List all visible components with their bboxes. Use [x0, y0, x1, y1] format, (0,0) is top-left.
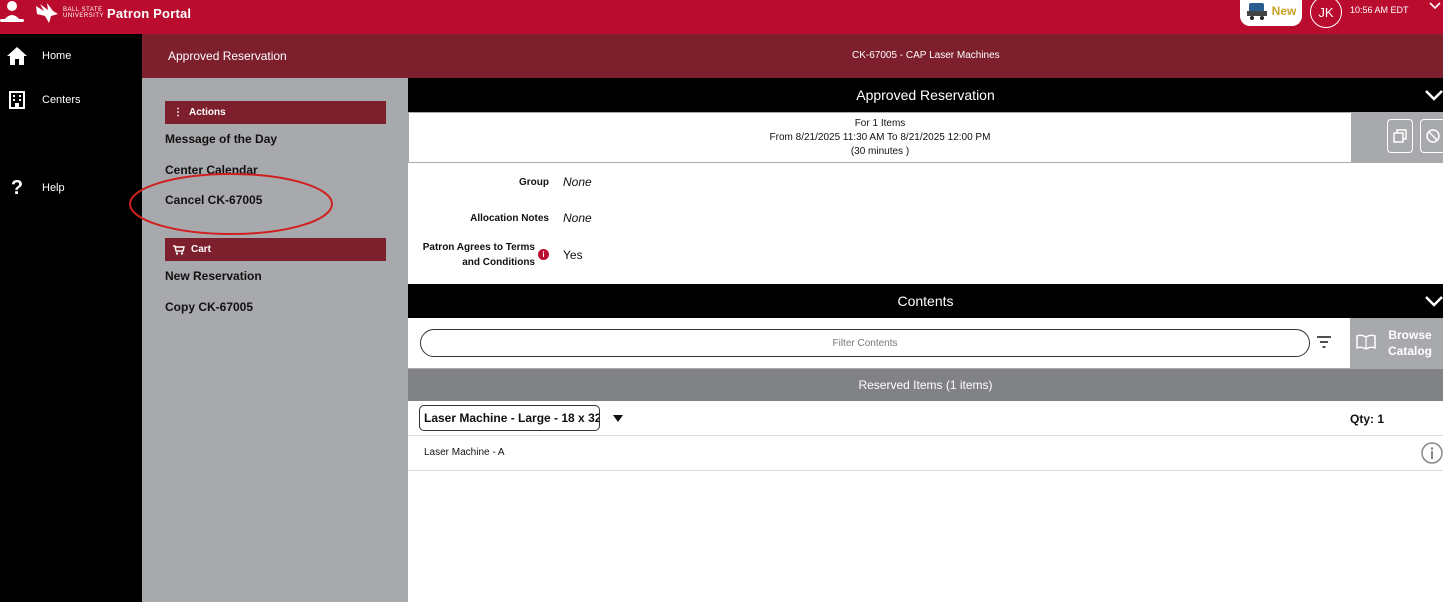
copy-icon: [1393, 129, 1407, 143]
reservation-summary: For 1 Items From 8/21/2025 11:30 AM To 8…: [408, 112, 1443, 163]
copy-reservation-link[interactable]: Copy CK-67005: [165, 300, 253, 314]
nav-item-centers[interactable]: Centers: [0, 85, 142, 115]
time-line: From 8/21/2025 11:30 AM To 8/21/2025 12:…: [769, 132, 991, 143]
allocation-notes-label: Allocation Notes: [470, 213, 549, 224]
building-icon: [6, 89, 28, 111]
chevron-down-icon[interactable]: [1429, 2, 1441, 10]
nav-item-help[interactable]: ? Help: [0, 173, 142, 203]
chevron-down-icon[interactable]: [1425, 294, 1443, 308]
unit-name: Laser Machine - A: [424, 447, 505, 458]
cart-icon: [173, 244, 185, 255]
cart-heading: Cart: [165, 238, 386, 261]
allocation-notes-value: None: [563, 211, 592, 225]
portal-logo[interactable]: BALL STATE UNIVERSITY Patron Portal: [34, 2, 191, 24]
terms-label-line2: and Conditions: [462, 257, 535, 268]
message-of-the-day-link[interactable]: Message of the Day: [165, 132, 277, 146]
page-title: Approved Reservation: [168, 49, 287, 63]
sub-header: Approved Reservation CK-67005 - CAP Lase…: [142, 34, 1443, 78]
user-location-icon[interactable]: [0, 0, 28, 26]
caret-down-icon[interactable]: [613, 415, 623, 422]
terms-info-icon[interactable]: i: [538, 249, 549, 260]
nav-label-home: Home: [42, 50, 72, 62]
top-bar: BALL STATE UNIVERSITY Patron Portal New …: [0, 0, 1443, 34]
portal-title: Patron Portal: [107, 5, 192, 21]
chevron-down-icon[interactable]: [1425, 88, 1443, 102]
cardinal-logo-icon: [36, 3, 58, 23]
actions-heading-label: Actions: [189, 107, 226, 118]
home-icon: [6, 45, 28, 67]
duration-line: (30 minutes ): [850, 146, 910, 157]
actions-panel: ⋮ Actions Message of the Day Center Cale…: [142, 78, 408, 602]
actions-heading: ⋮ Actions: [165, 101, 386, 124]
terms-label-line1: Patron Agrees to Terms: [422, 242, 535, 253]
cart-laser-icon: [1246, 3, 1267, 20]
unit-row: Laser Machine - A: [408, 436, 1443, 471]
ban-icon: [1426, 129, 1440, 143]
reservation-tools: [1351, 113, 1443, 162]
new-label: New: [1271, 4, 1297, 18]
browse-label-2: Catalog: [1387, 344, 1432, 358]
kebab-icon: ⋮: [173, 107, 183, 118]
cancel-button[interactable]: [1420, 119, 1443, 153]
reserved-item-row: Laser Machine - Large - 18 x 32 Qty: 1: [408, 401, 1443, 436]
info-icon[interactable]: [1421, 442, 1443, 464]
approved-reservation-bar[interactable]: Approved Reservation: [408, 78, 1443, 112]
highlight-ellipse: [129, 173, 333, 235]
contents-title: Contents: [897, 293, 954, 309]
avatar[interactable]: JK: [1310, 0, 1342, 28]
filter-row: Browse Catalog: [408, 318, 1443, 369]
nav-item-home[interactable]: Home: [0, 41, 142, 71]
main-content: Approved Reservation For 1 Items From 8/…: [408, 78, 1443, 602]
cart-heading-label: Cart: [191, 244, 212, 255]
question-icon: ?: [10, 176, 24, 199]
terms-label: Patron Agrees to Terms and Conditions: [408, 240, 535, 270]
approved-reservation-title: Approved Reservation: [856, 87, 995, 103]
reservation-title: CK-67005 - CAP Laser Machines: [852, 50, 1000, 61]
reserved-items-header: Reserved Items (1 items): [408, 369, 1443, 401]
items-line: For 1 Items: [854, 118, 906, 129]
group-label: Group: [519, 177, 549, 188]
group-value: None: [563, 175, 592, 189]
filter-contents-input[interactable]: [420, 329, 1310, 357]
terms-value: Yes: [563, 248, 583, 262]
copy-button[interactable]: [1387, 119, 1413, 153]
user-info[interactable]: 10:56 AM EDT: [1350, 0, 1409, 15]
browse-label-1: Browse: [1388, 328, 1432, 342]
new-reservation-link[interactable]: New Reservation: [165, 269, 262, 283]
user-time: 10:56 AM EDT: [1350, 5, 1409, 15]
nav-label-centers: Centers: [42, 94, 81, 106]
contents-bar[interactable]: Contents: [408, 284, 1443, 318]
item-qty: Qty: 1: [1350, 412, 1385, 426]
new-cart-button[interactable]: New: [1240, 0, 1302, 26]
browse-catalog-button[interactable]: Browse Catalog: [1350, 318, 1443, 368]
nav-label-help: Help: [42, 182, 65, 194]
filter-icon[interactable]: [1316, 335, 1332, 349]
left-nav: Home Centers ? Help: [0, 34, 142, 602]
brand-text: BALL STATE UNIVERSITY: [63, 7, 105, 19]
item-select[interactable]: Laser Machine - Large - 18 x 32: [419, 405, 600, 431]
book-icon: [1356, 334, 1376, 350]
